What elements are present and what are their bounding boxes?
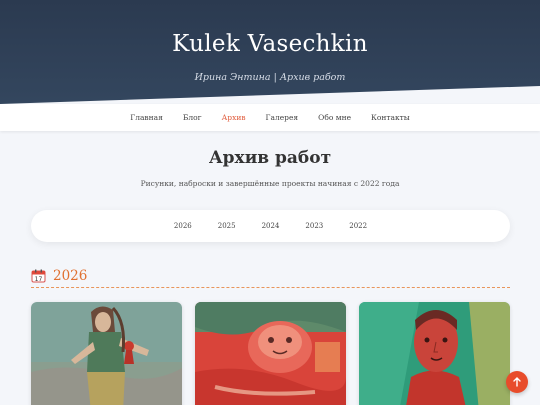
year-link-2023[interactable]: 2023 — [292, 222, 336, 230]
nav-item-contacts[interactable]: Контакты — [361, 113, 420, 122]
section-year: 2026 — [53, 267, 88, 284]
artwork-card[interactable] — [359, 302, 510, 405]
year-link-2026[interactable]: 2026 — [161, 222, 205, 230]
year-link-2024[interactable]: 2024 — [249, 222, 293, 230]
main-nav: Главная Блог Архив Галерея Обо мне Конта… — [0, 104, 540, 131]
nav-item-about[interactable]: Обо мне — [308, 113, 361, 122]
artwork-image — [359, 302, 510, 405]
page-description: Рисунки, наброски и завершённые проекты … — [140, 179, 400, 188]
nav-item-home[interactable]: Главная — [120, 113, 173, 122]
page-title: Архив работ — [208, 148, 332, 168]
nav-item-archive[interactable]: Архив — [212, 113, 256, 122]
artwork-card[interactable] — [195, 302, 346, 405]
site-subtitle: Ирина Энтина | Архив работ — [194, 72, 346, 83]
artwork-image — [31, 302, 182, 405]
year-link-2022[interactable]: 2022 — [336, 222, 380, 230]
year-link-2025[interactable]: 2025 — [205, 222, 249, 230]
arrow-up-icon — [513, 377, 521, 387]
artwork-image — [195, 302, 346, 405]
artwork-card[interactable] — [31, 302, 182, 405]
nav-item-blog[interactable]: Блог — [173, 113, 212, 122]
calendar-icon: 17 — [31, 269, 46, 282]
year-section-header: 17 2026 — [31, 264, 510, 288]
svg-text:17: 17 — [35, 275, 43, 282]
site-title[interactable]: Kulek Vasechkin — [0, 31, 540, 57]
scroll-to-top-button[interactable] — [506, 371, 528, 393]
year-filter: 2026 2025 2024 2023 2022 — [31, 210, 510, 242]
nav-item-gallery[interactable]: Галерея — [256, 113, 309, 122]
